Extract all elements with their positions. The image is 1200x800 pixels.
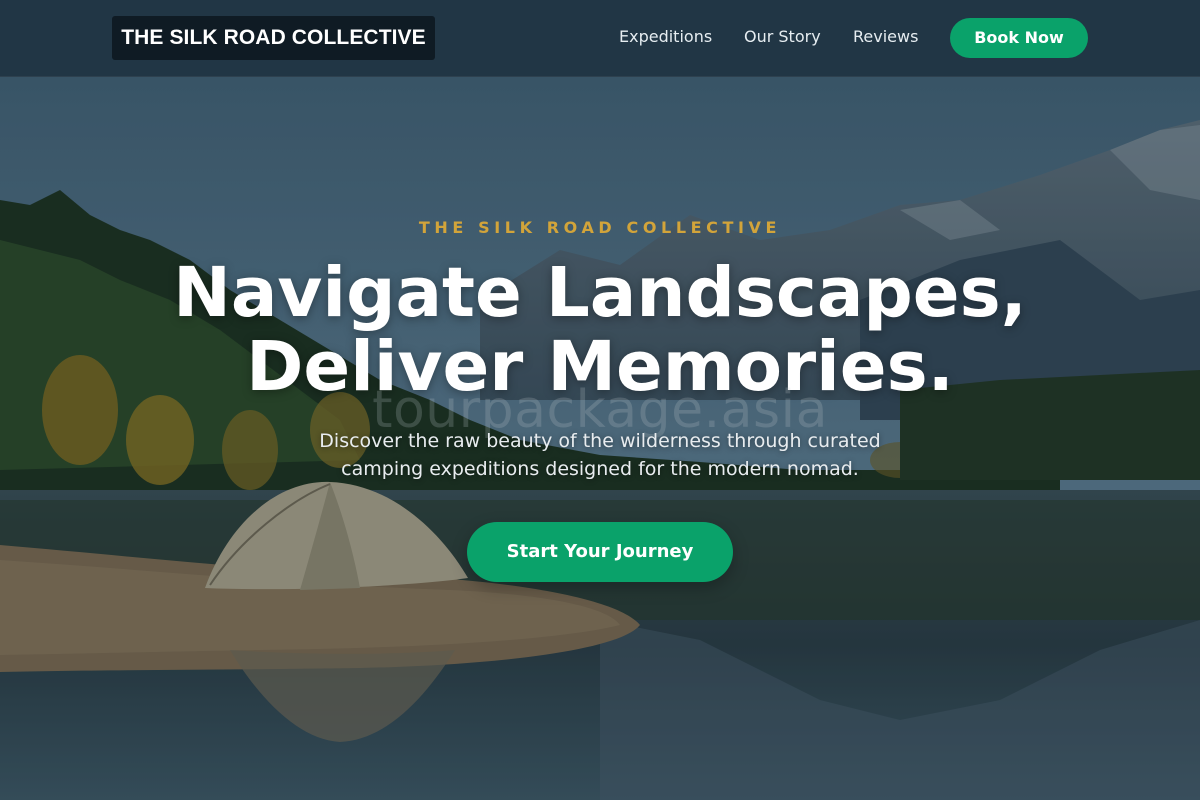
site-logo[interactable]: THE SILK ROAD COLLECTIVE (112, 16, 435, 60)
nav-link-expeditions[interactable]: Expeditions (619, 26, 712, 48)
nav-link-our-story[interactable]: Our Story (744, 26, 821, 48)
hero-eyebrow: THE SILK ROAD COLLECTIVE (418, 218, 782, 237)
site-header: THE SILK ROAD COLLECTIVE Expeditions Our… (0, 0, 1200, 77)
start-journey-button[interactable]: Start Your Journey (467, 522, 733, 582)
hero-headline-line-1: Navigate Landscapes, (173, 253, 1027, 333)
nav-link-reviews[interactable]: Reviews (853, 26, 918, 48)
book-now-button[interactable]: Book Now (950, 18, 1088, 58)
hero-subtitle: Discover the raw beauty of the wildernes… (319, 430, 881, 480)
